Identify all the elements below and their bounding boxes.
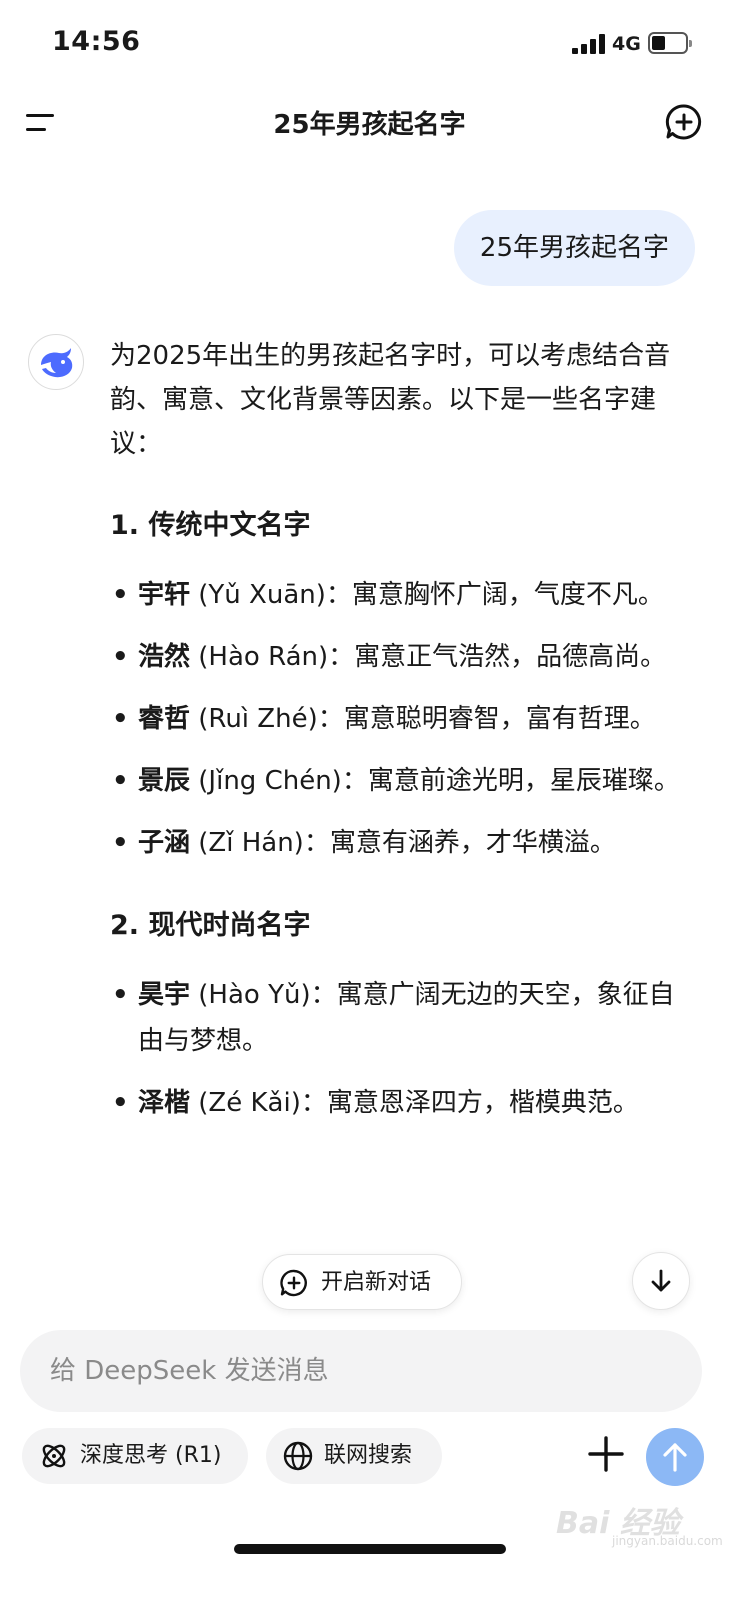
name-term: 昊宇 [138, 980, 191, 1010]
list-item: 子涵 (Zǐ Hán)：寓意有涵养，才华横溢。 [110, 820, 700, 866]
watermark-sub: jingyan.baidu.com [612, 1534, 723, 1548]
list-item: 昊宇 (Hào Yǔ)：寓意广阔无边的天空，象征自由与梦想。 [110, 972, 700, 1064]
list-item: 宇轩 (Yǔ Xuān)：寓意胸怀广阔，气度不凡。 [110, 572, 700, 618]
name-pinyin: (Jǐng Chén) [198, 766, 342, 796]
assistant-message: 为2025年出生的男孩起名字时，可以考虑结合音韵、寓意、文化背景等因素。以下是一… [110, 334, 700, 1314]
message-input-placeholder: 给 DeepSeek 发送消息 [50, 1356, 329, 1386]
name-meaning: ：寓意有涵养，才华横溢。 [303, 828, 616, 858]
send-button[interactable] [646, 1428, 704, 1486]
section-title: 1. 传统中文名字 [110, 510, 311, 541]
battery-icon [648, 32, 692, 54]
deep-think-label: 深度思考 (R1) [80, 1443, 222, 1468]
name-pinyin: (Yǔ Xuān) [198, 580, 326, 610]
deepseek-whale-icon [28, 334, 84, 390]
list-item: 睿哲 (Ruì Zhé)：寓意聪明睿智，富有哲理。 [110, 696, 700, 742]
attach-plus-button[interactable] [584, 1432, 628, 1476]
chat-plus-icon[interactable] [664, 102, 704, 142]
name-pinyin: (Zǐ Hán) [198, 828, 304, 858]
scroll-down-button[interactable] [632, 1252, 690, 1310]
chat-plus-icon [279, 1268, 309, 1298]
name-pinyin: (Ruì Zhé) [198, 704, 318, 734]
arrow-up-icon [663, 1443, 687, 1472]
name-term: 子涵 [138, 828, 191, 858]
page-title: 25年男孩起名字 [273, 110, 466, 140]
list-item: 景辰 (Jǐng Chén)：寓意前途光明，星辰璀璨。 [110, 758, 700, 804]
new-chat-label: 开启新对话 [321, 1270, 432, 1295]
user-message-bubble: 25年男孩起名字 [453, 210, 695, 286]
name-pinyin: (Hào Yǔ) [198, 980, 311, 1010]
message-input[interactable]: 给 DeepSeek 发送消息 [20, 1330, 702, 1412]
list-item: 泽楷 (Zé Kǎi)：寓意恩泽四方，楷模典范。 [110, 1080, 700, 1126]
globe-icon [282, 1440, 314, 1472]
header: 25年男孩起名字 [0, 88, 739, 158]
atom-icon [38, 1440, 70, 1472]
list-item: 浩然 (Hào Rán)：寓意正气浩然，品德高尚。 [110, 634, 700, 680]
network-label: 4G [612, 33, 641, 55]
arrow-down-icon [651, 1269, 671, 1292]
signal-icon [572, 34, 606, 54]
name-meaning: ：寓意前途光明，星辰璀璨。 [341, 766, 680, 796]
name-term: 景辰 [138, 766, 191, 796]
new-chat-button[interactable]: 开启新对话 [262, 1254, 462, 1310]
deep-think-toggle[interactable]: 深度思考 (R1) [22, 1428, 248, 1484]
baidu-watermark: Bai 经验 jingyan.baidu.com [556, 1494, 723, 1550]
status-time: 14:56 [52, 26, 141, 57]
home-indicator[interactable] [234, 1544, 506, 1554]
status-bar: 14:56 4G [0, 0, 739, 88]
name-term: 浩然 [138, 642, 191, 672]
web-search-toggle[interactable]: 联网搜索 [266, 1428, 442, 1484]
web-search-label: 联网搜索 [324, 1443, 413, 1468]
name-pinyin: (Hào Rán) [198, 642, 329, 672]
plus-icon [588, 1436, 624, 1472]
name-term: 泽楷 [138, 1088, 191, 1118]
name-term: 睿哲 [138, 704, 191, 734]
name-meaning: ：寓意正气浩然，品德高尚。 [328, 642, 667, 672]
name-meaning: ：寓意胸怀广阔，气度不凡。 [325, 580, 664, 610]
assistant-intro: 为2025年出生的男孩起名字时，可以考虑结合音韵、寓意、文化背景等因素。以下是一… [110, 341, 671, 459]
name-pinyin: (Zé Kǎi) [198, 1088, 301, 1118]
name-term: 宇轩 [138, 580, 191, 610]
name-meaning: ：寓意恩泽四方，楷模典范。 [300, 1088, 639, 1118]
section-title: 2. 现代时尚名字 [110, 910, 311, 941]
name-meaning: ：寓意聪明睿智，富有哲理。 [317, 704, 656, 734]
